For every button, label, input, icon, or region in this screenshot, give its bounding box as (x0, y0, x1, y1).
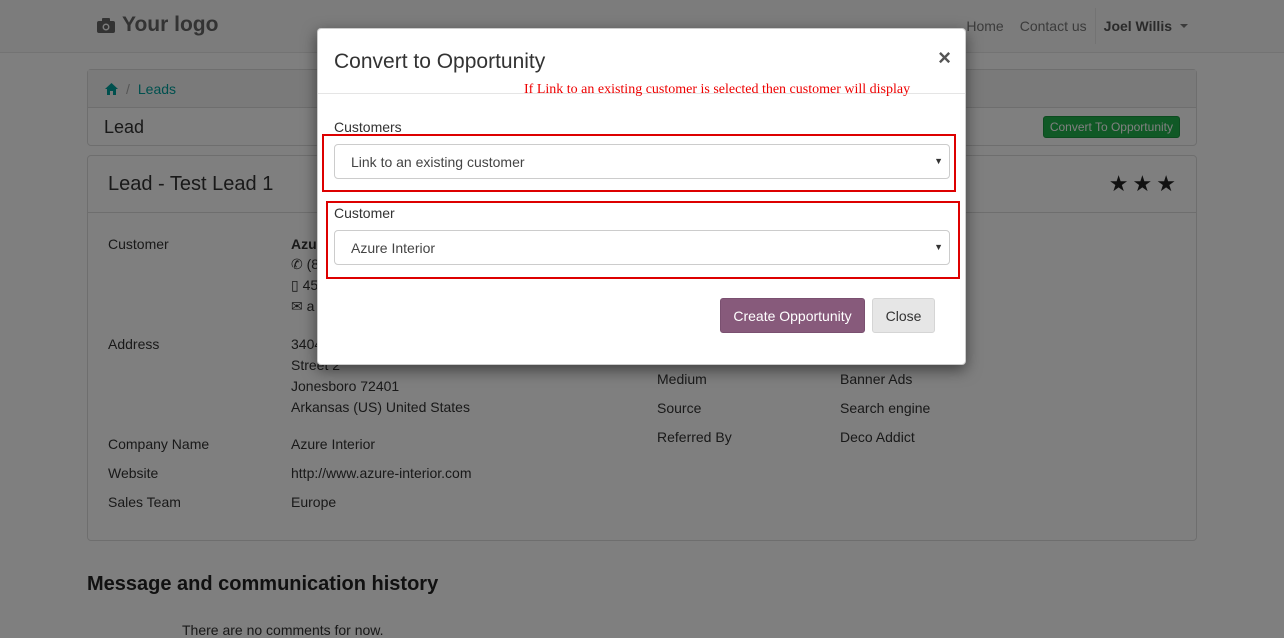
customer-select-value: Azure Interior (351, 239, 436, 256)
close-icon[interactable]: × (938, 45, 951, 71)
modal-title: Convert to Opportunity (334, 50, 546, 73)
customers-select-value: Link to an existing customer (351, 153, 525, 170)
customers-label: Customers (334, 119, 402, 135)
annotation-note: If Link to an existing customer is selec… (524, 82, 911, 97)
convert-opportunity-modal: Convert to Opportunity × If Link to an e… (317, 28, 966, 365)
customer-select[interactable]: Azure Interior ▼ (334, 230, 950, 265)
dropdown-arrow-icon: ▼ (934, 242, 943, 252)
create-opportunity-button[interactable]: Create Opportunity (720, 298, 865, 333)
customers-select[interactable]: Link to an existing customer ▼ (334, 144, 950, 179)
customer-label: Customer (334, 205, 395, 221)
dropdown-arrow-icon: ▼ (934, 156, 943, 166)
close-button[interactable]: Close (872, 298, 935, 333)
